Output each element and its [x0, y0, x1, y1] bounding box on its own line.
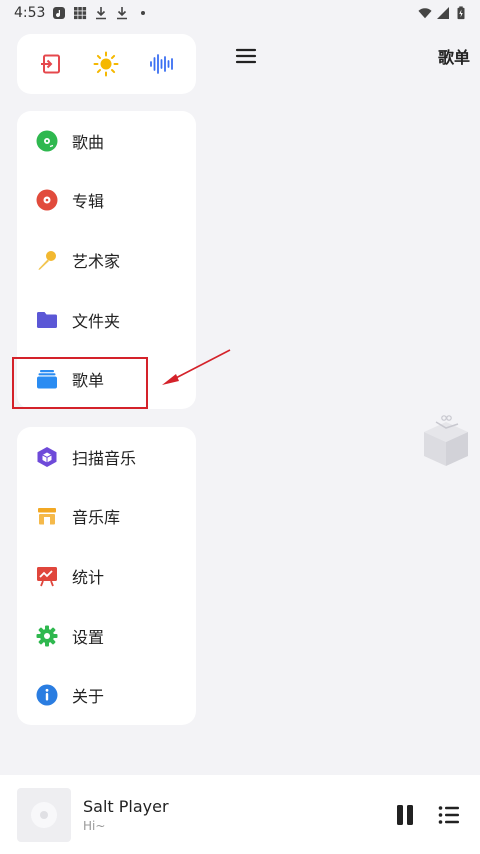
exit-icon: [40, 54, 60, 74]
queue-list-icon: [438, 805, 459, 824]
audio-wave-icon: [150, 54, 174, 74]
disc-placeholder-icon: [31, 801, 57, 828]
exit-button[interactable]: [31, 44, 71, 84]
info-icon: [36, 684, 58, 706]
nav-label-statistics: 统计: [72, 567, 105, 587]
annotation-highlight-box: [12, 357, 148, 409]
nav-item-settings[interactable]: 设置: [17, 606, 196, 666]
album-disc-icon: [36, 189, 58, 211]
track-info: Salt Player Hi~: [83, 797, 169, 833]
nav-item-artists[interactable]: 艺术家: [17, 230, 196, 290]
chart-board-icon: [36, 565, 58, 587]
nav-label-music-library: 音乐库: [72, 508, 121, 528]
grid-icon: [74, 7, 87, 20]
nav-item-statistics[interactable]: 统计: [17, 546, 196, 606]
signal-icon: [437, 7, 449, 19]
nav-label-artists: 艺术家: [72, 251, 121, 271]
pause-button[interactable]: [392, 802, 418, 828]
nav-label-about: 关于: [72, 687, 105, 707]
track-title: Salt Player: [83, 796, 169, 816]
nav-item-albums[interactable]: 专辑: [17, 171, 196, 231]
nav-item-music-library[interactable]: 音乐库: [17, 487, 196, 547]
nav-item-songs[interactable]: 歌曲: [17, 111, 196, 171]
status-right: [418, 6, 468, 20]
audio-effects-button[interactable]: [142, 44, 182, 84]
wifi-icon: [418, 8, 432, 19]
nav-label-songs: 歌曲: [72, 132, 105, 152]
scan-cube-icon: [36, 446, 58, 468]
dot-icon: [141, 11, 146, 15]
nav-label-folders: 文件夹: [72, 311, 121, 331]
nav-label-albums: 专辑: [72, 192, 105, 212]
download-icon: [96, 7, 107, 20]
player-controls: [392, 802, 462, 828]
queue-button[interactable]: [436, 802, 462, 828]
nav-item-folders[interactable]: 文件夹: [17, 290, 196, 350]
main-header: 歌单: [214, 34, 480, 78]
sun-icon: [93, 51, 119, 77]
song-disc-icon: [36, 130, 58, 152]
quick-actions-card: [17, 34, 196, 94]
album-cover[interactable]: [17, 787, 71, 842]
menu-button[interactable]: [226, 36, 266, 76]
mini-player[interactable]: Salt Player Hi~: [0, 775, 480, 854]
status-bar: 4:53: [0, 0, 480, 26]
track-subtitle: Hi~: [83, 818, 106, 833]
empty-box-icon: [424, 415, 468, 466]
app-notification-icon: [53, 7, 66, 19]
microphone-icon: [36, 249, 58, 271]
hamburger-menu-icon: [235, 48, 257, 64]
nav-label-scan-music: 扫描音乐: [72, 448, 137, 468]
nav-item-scan-music[interactable]: 扫描音乐: [17, 427, 196, 487]
battery-icon: [457, 6, 465, 20]
store-icon: [36, 505, 58, 527]
page-title: 歌单: [437, 48, 470, 67]
folder-icon: [36, 309, 58, 331]
tools-card: 扫描音乐 音乐库 统计 设置 关于: [17, 427, 196, 725]
nav-label-settings: 设置: [72, 627, 105, 647]
nav-item-about[interactable]: 关于: [17, 665, 196, 725]
annotation-arrow-icon: [162, 349, 231, 385]
theme-toggle-button[interactable]: [86, 44, 126, 84]
pause-icon: [397, 804, 413, 825]
download-icon: [117, 7, 128, 20]
status-time: 4:53: [14, 5, 46, 21]
status-left: 4:53: [14, 5, 150, 21]
gear-icon: [36, 625, 58, 647]
